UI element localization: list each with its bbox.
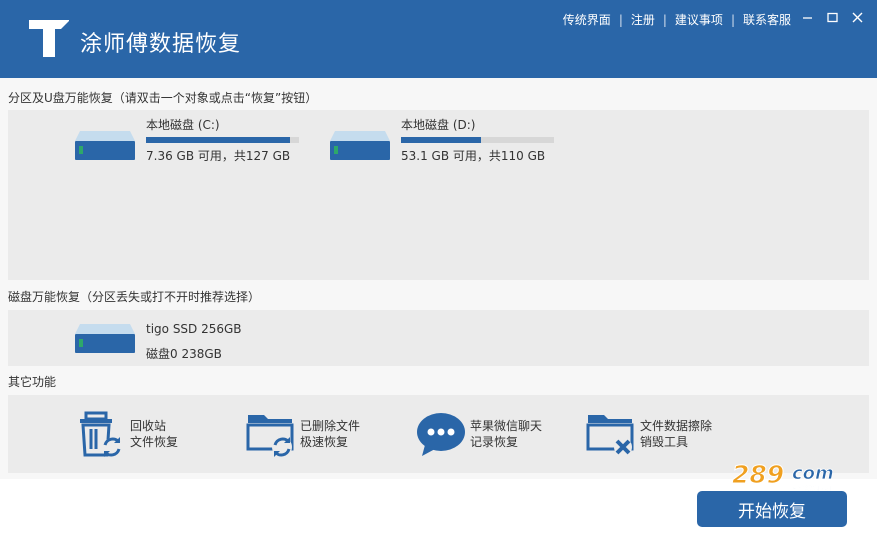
link-separator: | [662, 12, 667, 27]
disk-section-title: 磁盘万能恢复（分区丢失或打不开时推荐选择） [8, 290, 261, 304]
partitions-section-title: 分区及U盘万能恢复（请双击一个对象或点击“恢复”按钮） [8, 91, 318, 105]
drive-name: 本地磁盘 (C:) [146, 118, 220, 132]
drive-name: 本地磁盘 (D:) [401, 118, 476, 132]
file-data-erase-tool[interactable]: 文件数据擦除 销毁工具 [586, 409, 712, 459]
folder-erase-icon [586, 415, 634, 456]
register-link[interactable]: 注册 [631, 11, 655, 28]
hard-drive-icon [75, 324, 135, 353]
recycle-bin-icon [80, 411, 121, 457]
classic-ui-link[interactable]: 传统界面 [563, 11, 611, 28]
top-links: 传统界面 | 注册 | 建议事项 | 联系客服 [563, 11, 791, 28]
link-separator: | [618, 12, 623, 27]
wechat-chat-recovery[interactable]: 苹果微信聊天 记录恢复 [416, 409, 542, 459]
function-line2: 极速恢复 [300, 435, 349, 449]
deleted-folder-icon [246, 415, 294, 457]
function-line1: 回收站 [130, 419, 167, 433]
function-line2: 文件恢复 [130, 435, 179, 449]
deleted-file-recovery[interactable]: 已删除文件 极速恢复 [246, 409, 360, 459]
disk-name: tigo SSD 256GB [146, 322, 242, 336]
drive-usage-bar [146, 137, 299, 143]
drive-d[interactable]: 本地磁盘 (D:) 53.1 GB 可用，共110 GB [329, 116, 554, 164]
svg-text:289: 289 [732, 460, 784, 489]
drive-space: 7.36 GB 可用，共127 GB [146, 149, 291, 163]
drive-usage-fill [401, 137, 481, 143]
drive-c[interactable]: 本地磁盘 (C:) 7.36 GB 可用，共127 GB [74, 116, 299, 164]
minimize-icon[interactable] [801, 10, 813, 24]
contact-support-link[interactable]: 联系客服 [743, 11, 791, 28]
app-title: 涂师傅数据恢复 [80, 32, 242, 57]
title-bar: 涂师傅数据恢复 传统界面 | 注册 | 建议事项 | 联系客服 [0, 0, 877, 78]
disk-tigo-ssd[interactable]: tigo SSD 256GB 磁盘0 238GB [74, 314, 242, 362]
function-line1: 文件数据擦除 [640, 419, 713, 433]
maximize-icon[interactable] [826, 10, 838, 24]
partitions-panel: 本地磁盘 (C:) 7.36 GB 可用，共127 GB 本地磁盘 (D:) 5… [8, 110, 869, 280]
hard-drive-icon [330, 131, 390, 160]
drive-space: 53.1 GB 可用，共110 GB [401, 149, 546, 163]
chat-bubble-icon [417, 413, 465, 456]
disk-size: 磁盘0 238GB [146, 347, 222, 361]
svg-text:com: com [792, 463, 834, 484]
function-line2: 销毁工具 [640, 435, 689, 449]
link-separator: | [730, 12, 735, 27]
drive-usage-fill [146, 137, 290, 143]
start-recovery-button[interactable]: 开始恢复 [697, 491, 847, 527]
hard-drive-icon [75, 131, 135, 160]
recycle-bin-recovery[interactable]: 回收站 文件恢复 [76, 409, 178, 459]
close-icon[interactable] [851, 10, 863, 24]
window-controls [801, 10, 863, 24]
drive-usage-bar [401, 137, 554, 143]
function-line1: 苹果微信聊天 [470, 419, 543, 433]
suggestions-link[interactable]: 建议事项 [675, 11, 723, 28]
function-line2: 记录恢复 [470, 435, 519, 449]
other-section-title: 其它功能 [8, 375, 57, 389]
app-logo [29, 20, 69, 57]
function-line1: 已删除文件 [300, 419, 361, 433]
disk-panel: tigo SSD 256GB 磁盘0 238GB [8, 310, 869, 366]
